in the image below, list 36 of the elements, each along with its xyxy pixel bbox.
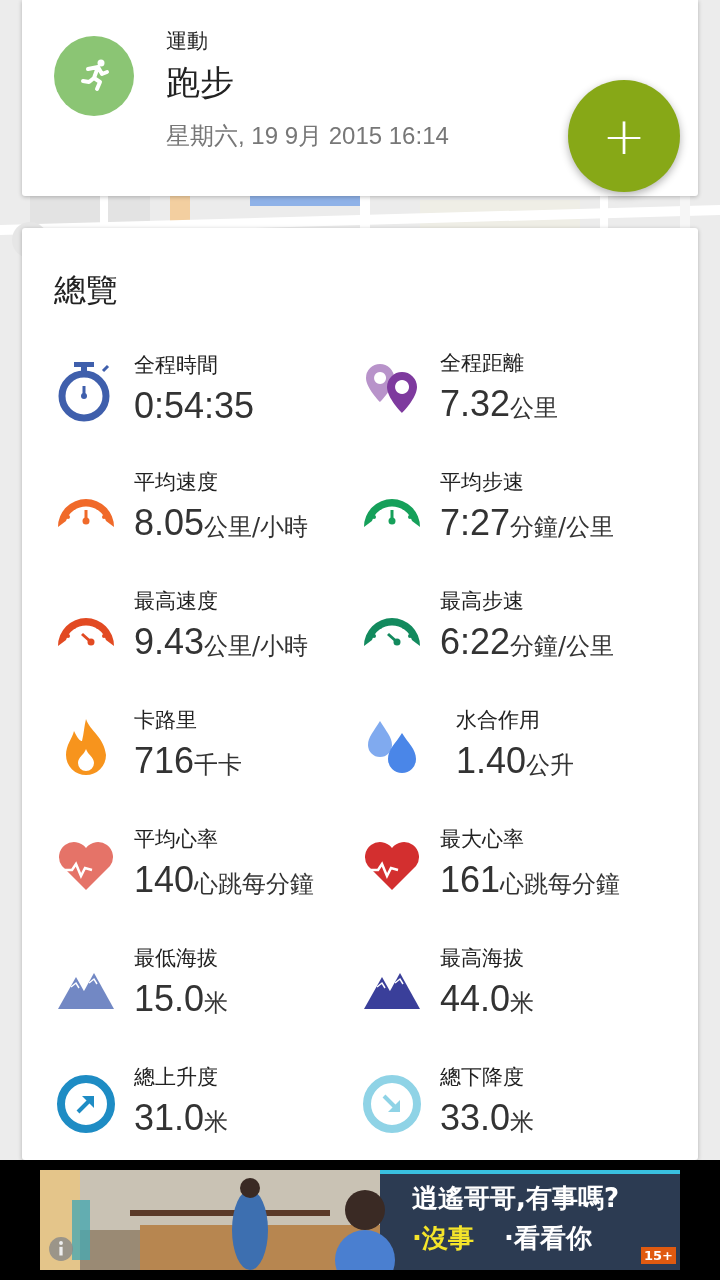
stat-label: 全程距離 <box>440 350 525 377</box>
overview-title: 總覽 <box>54 270 119 311</box>
age-rating-badge: 15+ <box>641 1247 676 1264</box>
stat-value: 716千卡 <box>134 739 243 783</box>
activity-datetime: 星期六, 19 9月 2015 16:14 <box>166 121 449 151</box>
stat-value: 15.0米 <box>134 977 229 1021</box>
stat-value: 161心跳每分鐘 <box>440 858 621 902</box>
stat-value: 1.40公升 <box>456 739 575 783</box>
stat-label: 總上升度 <box>134 1064 219 1091</box>
stat-label: 總下降度 <box>440 1064 525 1091</box>
stat-value: 8.05公里/小時 <box>134 501 309 545</box>
stat-label: 最高海拔 <box>440 945 525 972</box>
stat-value: 31.0米 <box>134 1096 229 1140</box>
stat-label: 最高步速 <box>440 588 525 615</box>
category-label: 運動 <box>166 28 209 55</box>
ad-option[interactable]: ·沒事 <box>412 1218 474 1258</box>
stat-value: 7:27分鐘/公里 <box>440 501 615 545</box>
stat-label: 水合作用 <box>456 707 541 734</box>
stat-value: 6:22分鐘/公里 <box>440 620 615 664</box>
ad-option[interactable]: ·看看你 <box>503 1218 592 1258</box>
stat-value: 140心跳每分鐘 <box>134 858 315 902</box>
stat-value: 44.0米 <box>440 977 535 1021</box>
stat-value: 7.32公里 <box>440 382 559 426</box>
stat-label: 全程時間 <box>134 352 219 379</box>
stat-label: 平均心率 <box>134 826 219 853</box>
ad-headline: 逍遙哥哥,有事嗎? <box>412 1182 619 1215</box>
stat-value: 0:54:35 <box>134 384 255 428</box>
stat-label: 最低海拔 <box>134 945 219 972</box>
stat-label: 最高速度 <box>134 588 219 615</box>
stat-label: 卡路里 <box>134 707 198 734</box>
stat-label: 平均速度 <box>134 469 219 496</box>
stat-label: 平均步速 <box>440 469 525 496</box>
stat-label: 最大心率 <box>440 826 525 853</box>
stat-value: 33.0米 <box>440 1096 535 1140</box>
stat-value: 9.43公里/小時 <box>134 620 309 664</box>
activity-title: 跑步 <box>166 61 235 104</box>
